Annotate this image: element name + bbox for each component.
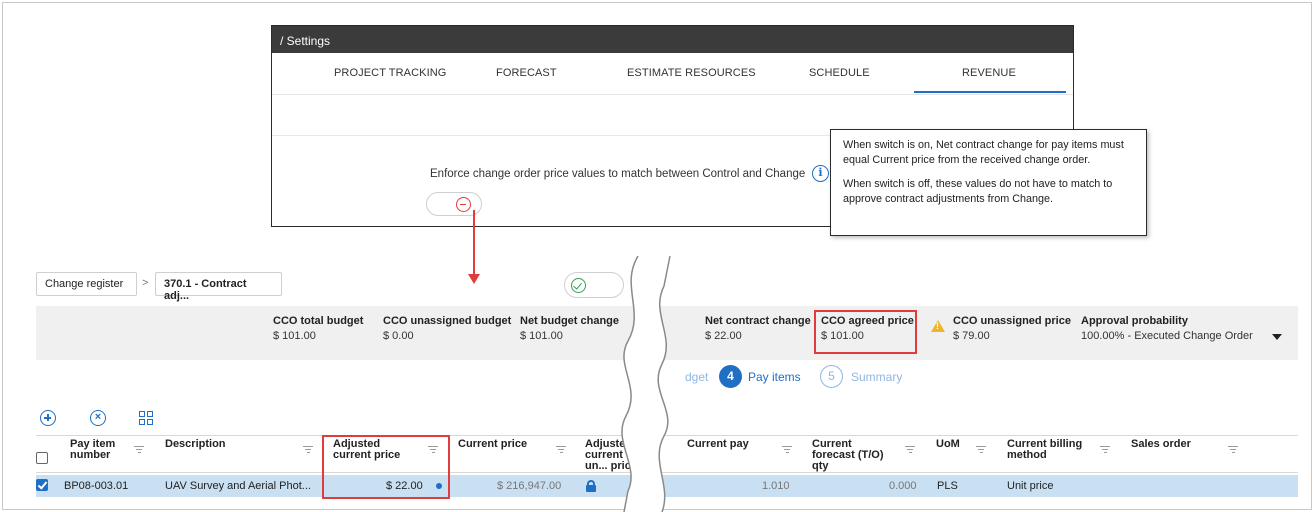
summary-approval-probability[interactable]: Approval probability 100.00% - Executed …: [1081, 315, 1253, 342]
active-tab-indicator: [914, 91, 1066, 93]
filter-icon[interactable]: [1228, 446, 1238, 454]
summary-label: Net contract change: [705, 315, 811, 327]
cell-current-pay: 1.010: [762, 480, 790, 492]
col-description[interactable]: Description: [165, 439, 226, 450]
settings-tabs: PROJECT TRACKING FORECAST ESTIMATE RESOU…: [272, 53, 1073, 95]
tab-project-tracking[interactable]: PROJECT TRACKING: [334, 67, 446, 79]
summary-cco-unassigned-budget: CCO unassigned budget $ 0.00: [383, 315, 511, 342]
step-budget-partial[interactable]: dget: [685, 370, 708, 384]
summary-cco-unassigned-price: CCO unassigned price $ 79.00: [953, 315, 1071, 342]
breadcrumb-separator: >: [142, 277, 149, 289]
breadcrumb-current-item[interactable]: 370.1 - Contract adj...: [155, 272, 282, 302]
col-uom[interactable]: UoM: [936, 439, 960, 450]
filter-icon[interactable]: [556, 446, 566, 454]
cell-current-forecast-qty: 0.000: [889, 480, 917, 492]
summary-value: $ 101.00: [273, 330, 316, 342]
col-current-price[interactable]: Current price: [458, 439, 527, 450]
col-current-pay[interactable]: Current pay: [687, 439, 757, 450]
step-summary[interactable]: Summary: [851, 370, 902, 384]
info-icon[interactable]: i: [812, 165, 829, 182]
step-4-number[interactable]: 4: [719, 365, 742, 388]
warning-icon: [931, 320, 945, 332]
tooltip-text-on: When switch is on, Net contract change f…: [843, 139, 1124, 166]
torn-edge-divider: [621, 256, 671, 512]
tab-estimate-resources[interactable]: ESTIMATE RESOURCES: [627, 67, 756, 79]
callout-arrow-head: [468, 274, 480, 284]
select-all-checkbox[interactable]: [36, 452, 48, 464]
tab-revenue[interactable]: REVENUE: [962, 67, 1016, 79]
tooltip-text-off: When switch is off, these values do not …: [843, 178, 1113, 205]
filter-icon[interactable]: [134, 446, 144, 454]
cell-uom: PLS: [937, 480, 958, 492]
summary-value: $ 0.00: [383, 330, 414, 342]
summary-label: CCO total budget: [273, 315, 364, 327]
cell-pay-item-number: BP08-003.01: [64, 480, 129, 492]
cell-current-price: $ 216,947.00: [497, 480, 562, 492]
settings-title: / Settings: [280, 34, 331, 48]
summary-label: CCO unassigned price: [953, 315, 1071, 327]
enforce-setting-label: Enforce change order price values to mat…: [430, 168, 806, 180]
summary-net-contract-change: Net contract change $ 22.00: [705, 315, 811, 342]
add-circle-icon[interactable]: [40, 410, 56, 426]
filter-icon[interactable]: [1100, 446, 1110, 454]
summary-label: Approval probability: [1081, 315, 1188, 327]
step-pay-items[interactable]: Pay items: [748, 370, 801, 384]
col-pay-item-number[interactable]: Pay item number: [70, 439, 130, 461]
settings-title-bar: / Settings: [272, 26, 1073, 53]
approval-probability-select[interactable]: 100.00% - Executed Change Order: [1081, 330, 1253, 342]
minus-circle-icon: [456, 197, 471, 212]
col-current-billing-method[interactable]: Current billing method: [1007, 439, 1087, 461]
col-current-forecast-qty[interactable]: Current forecast (T/O) qty: [812, 439, 892, 472]
filter-icon[interactable]: [905, 446, 915, 454]
summary-cco-total-budget: CCO total budget $ 101.00: [273, 315, 363, 342]
summary-value: $ 22.00: [705, 330, 742, 342]
col-sales-order[interactable]: Sales order: [1131, 439, 1191, 450]
filter-icon[interactable]: [782, 446, 792, 454]
info-tooltip: When switch is on, Net contract change f…: [830, 129, 1147, 236]
callout-arrow-line: [473, 210, 475, 276]
chevron-down-icon[interactable]: [1272, 334, 1282, 340]
filter-icon[interactable]: [303, 446, 313, 454]
tab-schedule[interactable]: SCHEDULE: [809, 67, 870, 79]
cell-description: UAV Survey and Aerial Phot...: [165, 480, 311, 492]
summary-value: $ 79.00: [953, 330, 990, 342]
breadcrumb-change-register[interactable]: Change register: [36, 272, 137, 296]
filter-icon[interactable]: [976, 446, 986, 454]
cancel-circle-icon[interactable]: ×: [90, 410, 106, 426]
summary-label: CCO unassigned budget: [383, 315, 512, 327]
check-circle-icon: [571, 278, 586, 293]
cell-current-billing-method: Unit price: [1007, 480, 1054, 492]
tab-forecast[interactable]: FORECAST: [496, 67, 557, 79]
highlight-cco-agreed-price: [814, 310, 917, 354]
grid-view-icon[interactable]: [138, 410, 154, 426]
step-5-number[interactable]: 5: [820, 365, 843, 388]
row-checkbox[interactable]: [36, 479, 48, 491]
highlight-adjusted-current-price: [322, 435, 450, 499]
